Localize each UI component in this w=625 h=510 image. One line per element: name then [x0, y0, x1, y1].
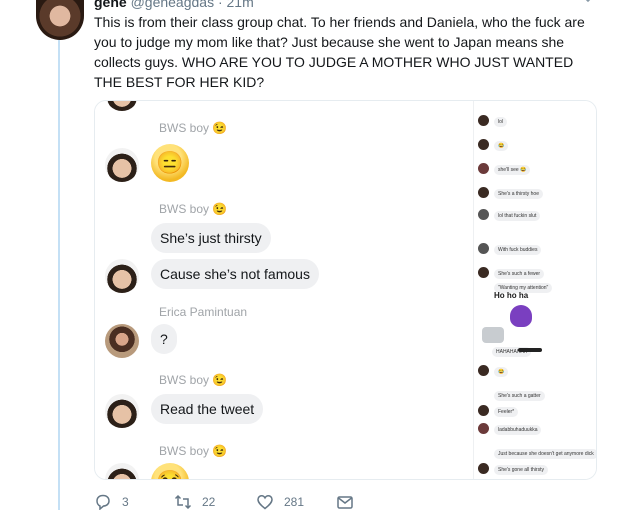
message-icon — [337, 496, 353, 509]
chat-panel: BWS boy 😉 😑 BWS boy 😉 She’s just thirsty… — [95, 101, 473, 479]
sender-label: BWS boy 😉 — [159, 373, 228, 387]
reply-icon — [96, 494, 110, 510]
message-bubble: Cause she’s not famous — [151, 259, 319, 289]
scroll-indicator — [518, 348, 542, 352]
retweet-button[interactable]: 22 — [174, 492, 215, 510]
side-message: She's a thirsty hoe — [478, 183, 594, 203]
avatar — [105, 324, 139, 358]
side-message: lol that fuckin slut — [478, 205, 594, 225]
tweet-header: gene @geneagdas · 21m — [94, 0, 254, 10]
retweet-icon — [174, 494, 192, 510]
side-message: Feeler* — [478, 401, 594, 421]
avatar — [105, 463, 139, 479]
reply-count: 3 — [122, 495, 129, 509]
direct-message-button[interactable] — [336, 492, 354, 510]
side-message: She's gone all thirsty — [478, 459, 594, 479]
avatar — [105, 394, 139, 428]
sender-label: BWS boy 😉 — [159, 202, 228, 216]
retweet-count: 22 — [202, 495, 216, 509]
side-message: ladabbuhaduukka — [478, 419, 594, 439]
sender-label: Erica Pamintuan — [159, 305, 248, 319]
side-message: she'll see 😂 — [478, 159, 594, 179]
like-button[interactable]: 281 — [256, 492, 304, 510]
sender-label: BWS boy 😉 — [159, 121, 228, 135]
thread-line — [58, 40, 60, 510]
tweet-actions: 3 22 281 — [94, 492, 394, 510]
reply-button[interactable]: 3 — [94, 492, 129, 510]
chevron-down-icon[interactable] — [582, 0, 594, 4]
tweet-media-image[interactable]: BWS boy 😉 😑 BWS boy 😉 She’s just thirsty… — [94, 100, 597, 480]
avatar — [105, 101, 139, 111]
like-count: 281 — [284, 495, 305, 509]
expressionless-emoji: 😑 — [151, 144, 189, 182]
laughing-emoji: 😂 — [151, 463, 189, 479]
message-bubble: Read the tweet — [151, 394, 264, 424]
tweet-text: This is from their class group chat. To … — [94, 14, 585, 90]
side-message: 😂 — [478, 135, 594, 155]
side-message: 😂 — [478, 361, 594, 381]
avatar — [105, 259, 139, 293]
side-message: lol — [478, 111, 594, 131]
author-avatar[interactable] — [36, 0, 84, 40]
avatar — [105, 148, 139, 182]
message-bubble: ? — [151, 324, 177, 354]
author-name[interactable]: gene — [94, 0, 127, 10]
side-message: With fuck buddies — [478, 239, 594, 259]
author-handle[interactable]: @geneagdas · 21m — [131, 0, 254, 10]
second-screenshot-panel: lol 😂 she'll see 😂 She's a thirsty hoe l… — [473, 101, 596, 479]
message-bubble: She’s just thirsty — [151, 223, 271, 253]
like-icon — [257, 495, 273, 510]
sender-label: BWS boy 😉 — [159, 444, 228, 458]
